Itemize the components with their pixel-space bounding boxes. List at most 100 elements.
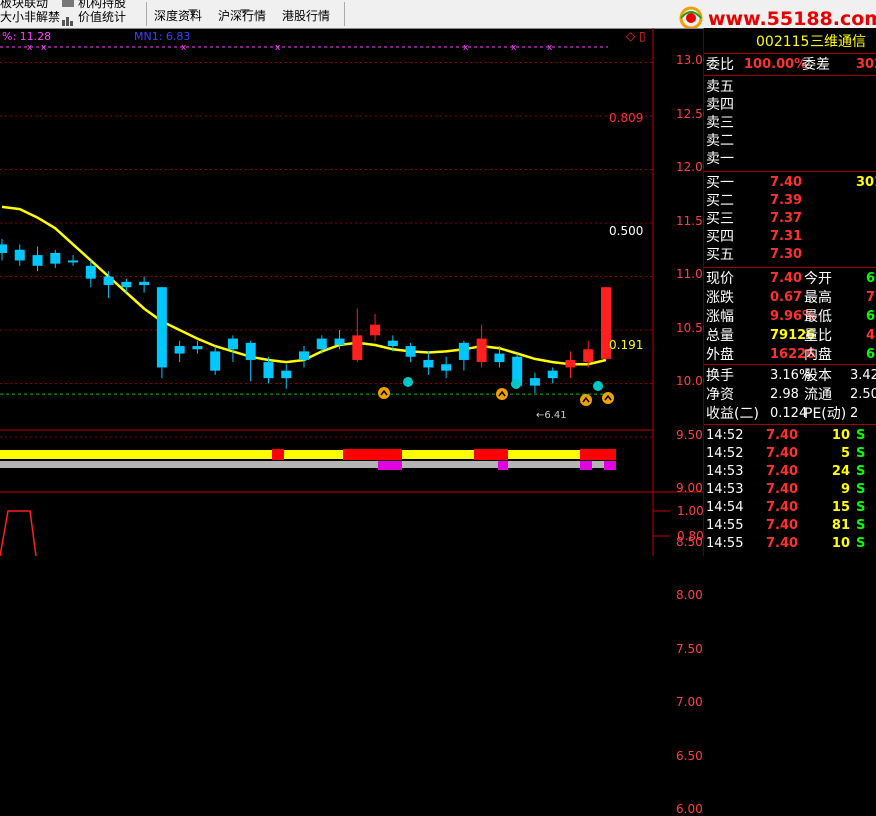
candle-body bbox=[174, 346, 185, 354]
candle-body bbox=[316, 338, 327, 350]
buy-label: 买三 bbox=[706, 211, 734, 227]
candle-body bbox=[32, 255, 43, 266]
toolbar-deep-info[interactable]: 深度资料 bbox=[154, 9, 202, 23]
candle-body bbox=[192, 346, 203, 350]
quote-stat-row: 涨幅 9.96% 最低 6 bbox=[704, 308, 876, 326]
top-marker-x: x bbox=[275, 43, 281, 53]
top-marker-x: x bbox=[27, 43, 33, 53]
candle-body bbox=[405, 346, 416, 357]
candle-body bbox=[210, 351, 221, 371]
tick-time: 14:55 bbox=[706, 518, 744, 533]
buy-signal-icon bbox=[378, 387, 390, 399]
stat-label: 内盘 bbox=[804, 347, 832, 363]
buy-label: 买四 bbox=[706, 229, 734, 245]
sell-level-3: 卖三 bbox=[704, 114, 876, 132]
candle-body bbox=[245, 342, 256, 360]
tick-side: S bbox=[856, 482, 866, 497]
buy-level-5: 买五 7.30 bbox=[704, 246, 876, 264]
lower-axis-label-1: 1.00 bbox=[677, 504, 704, 518]
toolbar-value-stats[interactable]: 价值统计 bbox=[78, 10, 126, 24]
candle-body bbox=[583, 349, 594, 363]
toolbar-hk[interactable]: 港股行情 bbox=[282, 9, 330, 23]
wb-label: 委比 bbox=[706, 57, 734, 73]
candle-body bbox=[423, 359, 434, 368]
quote-stat-row: 换手 3.16% 股本 3.42 bbox=[704, 367, 876, 385]
candle-body bbox=[85, 265, 96, 279]
lower-axis-label-2: 0.80 bbox=[677, 529, 704, 543]
tick-price: 7.40 bbox=[766, 428, 799, 443]
tick-volume: 9 bbox=[840, 482, 850, 497]
chart-marker-icons[interactable]: ◇ ▯ bbox=[626, 29, 646, 43]
toolbar-sector[interactable]: 板块联动 bbox=[0, 0, 48, 10]
price-axis-label: 9.50 bbox=[676, 427, 703, 442]
stat-value: 2.98 bbox=[770, 387, 799, 402]
toolbar-institution[interactable]: 机构持股 bbox=[78, 0, 126, 10]
price-axis-label: 7.00 bbox=[676, 695, 703, 709]
toolbar-divider bbox=[146, 2, 147, 26]
candle-body bbox=[299, 351, 309, 360]
stat-value: 6 bbox=[866, 271, 876, 286]
stat-label: 股本 bbox=[804, 368, 832, 384]
stat-value: 2.50 bbox=[850, 387, 876, 402]
stat-label: 现价 bbox=[706, 271, 734, 287]
mn1-label: MN1: 6.83 bbox=[134, 30, 191, 43]
toolbar-divider bbox=[344, 2, 345, 26]
candle-body bbox=[458, 342, 469, 360]
quote-panel: 002115 三维通信 委比 100.00% 委差 302 卖五卖四卖三卖二卖一… bbox=[704, 28, 876, 556]
toolbar-sh-sz[interactable]: 沪深行情 bbox=[218, 9, 266, 23]
tick-row: 14:52 7.40 10 S bbox=[704, 427, 876, 445]
tick-price: 7.40 bbox=[766, 446, 799, 461]
buy-level-1: 买一 7.40 301 bbox=[704, 174, 876, 192]
tick-time: 14:53 bbox=[706, 464, 744, 479]
sell-label: 卖一 bbox=[706, 151, 734, 167]
stat-label: 涨幅 bbox=[706, 309, 734, 325]
tick-side: S bbox=[856, 464, 866, 479]
candle-body bbox=[263, 362, 274, 379]
tick-volume: 5 bbox=[840, 446, 850, 461]
tick-time: 14:52 bbox=[706, 428, 744, 443]
sell-level-2: 卖二 bbox=[704, 132, 876, 150]
tick-price: 7.40 bbox=[766, 482, 799, 497]
indicator-band-magenta bbox=[498, 461, 508, 470]
kline-chart[interactable]: xxxxxxx bbox=[0, 28, 706, 556]
stat-value: 7 bbox=[866, 290, 876, 305]
buy-level-3: 买三 7.37 bbox=[704, 210, 876, 228]
quote-stat-row: 外盘16226内盘629 bbox=[704, 346, 876, 364]
indicator-band-magenta bbox=[580, 461, 592, 470]
top-indicator-label: %: 11.28 bbox=[2, 30, 52, 43]
candle-body bbox=[68, 260, 79, 263]
site-logo-text[interactable]: www.55188.com bbox=[708, 8, 876, 30]
toolbar-unlock[interactable]: 大小非解禁 bbox=[0, 10, 60, 24]
buy-price: 7.40 bbox=[770, 175, 803, 190]
tick-time: 14:54 bbox=[706, 500, 744, 515]
subchart-signal-line bbox=[0, 510, 37, 556]
candle-body bbox=[494, 353, 505, 363]
bar-chart-icon bbox=[62, 11, 74, 26]
stat-value: 6 bbox=[866, 309, 876, 324]
price-axis-label: 7.50 bbox=[676, 641, 703, 656]
buy-label: 买二 bbox=[706, 193, 734, 209]
candle-body bbox=[0, 244, 7, 253]
price-axis-label: 6.50 bbox=[676, 748, 703, 763]
wc-label: 委差 bbox=[802, 57, 830, 73]
top-marker-x: x bbox=[181, 43, 187, 53]
sell-label: 卖三 bbox=[706, 115, 734, 131]
indicator-band-yellow bbox=[0, 450, 616, 459]
tick-side: S bbox=[856, 536, 866, 551]
tick-time: 14:55 bbox=[706, 536, 744, 551]
sell-label: 卖五 bbox=[706, 79, 734, 95]
indicator-band-magenta bbox=[604, 461, 616, 470]
candle-body bbox=[352, 335, 363, 360]
buy-signal-icon bbox=[580, 394, 592, 406]
tick-side: S bbox=[856, 428, 866, 443]
buy-signal-icon bbox=[496, 388, 508, 400]
stock-name: 三维通信 bbox=[810, 34, 866, 50]
indicator-band-red bbox=[343, 449, 402, 460]
stat-value: 0.67 bbox=[770, 290, 803, 305]
candle-body bbox=[50, 252, 61, 264]
indicator-band-gray bbox=[0, 461, 616, 468]
signal-dot-icon bbox=[511, 379, 521, 389]
buy-price: 7.31 bbox=[770, 229, 803, 244]
signal-dot-icon bbox=[403, 377, 413, 387]
buy-label: 买五 bbox=[706, 247, 734, 263]
